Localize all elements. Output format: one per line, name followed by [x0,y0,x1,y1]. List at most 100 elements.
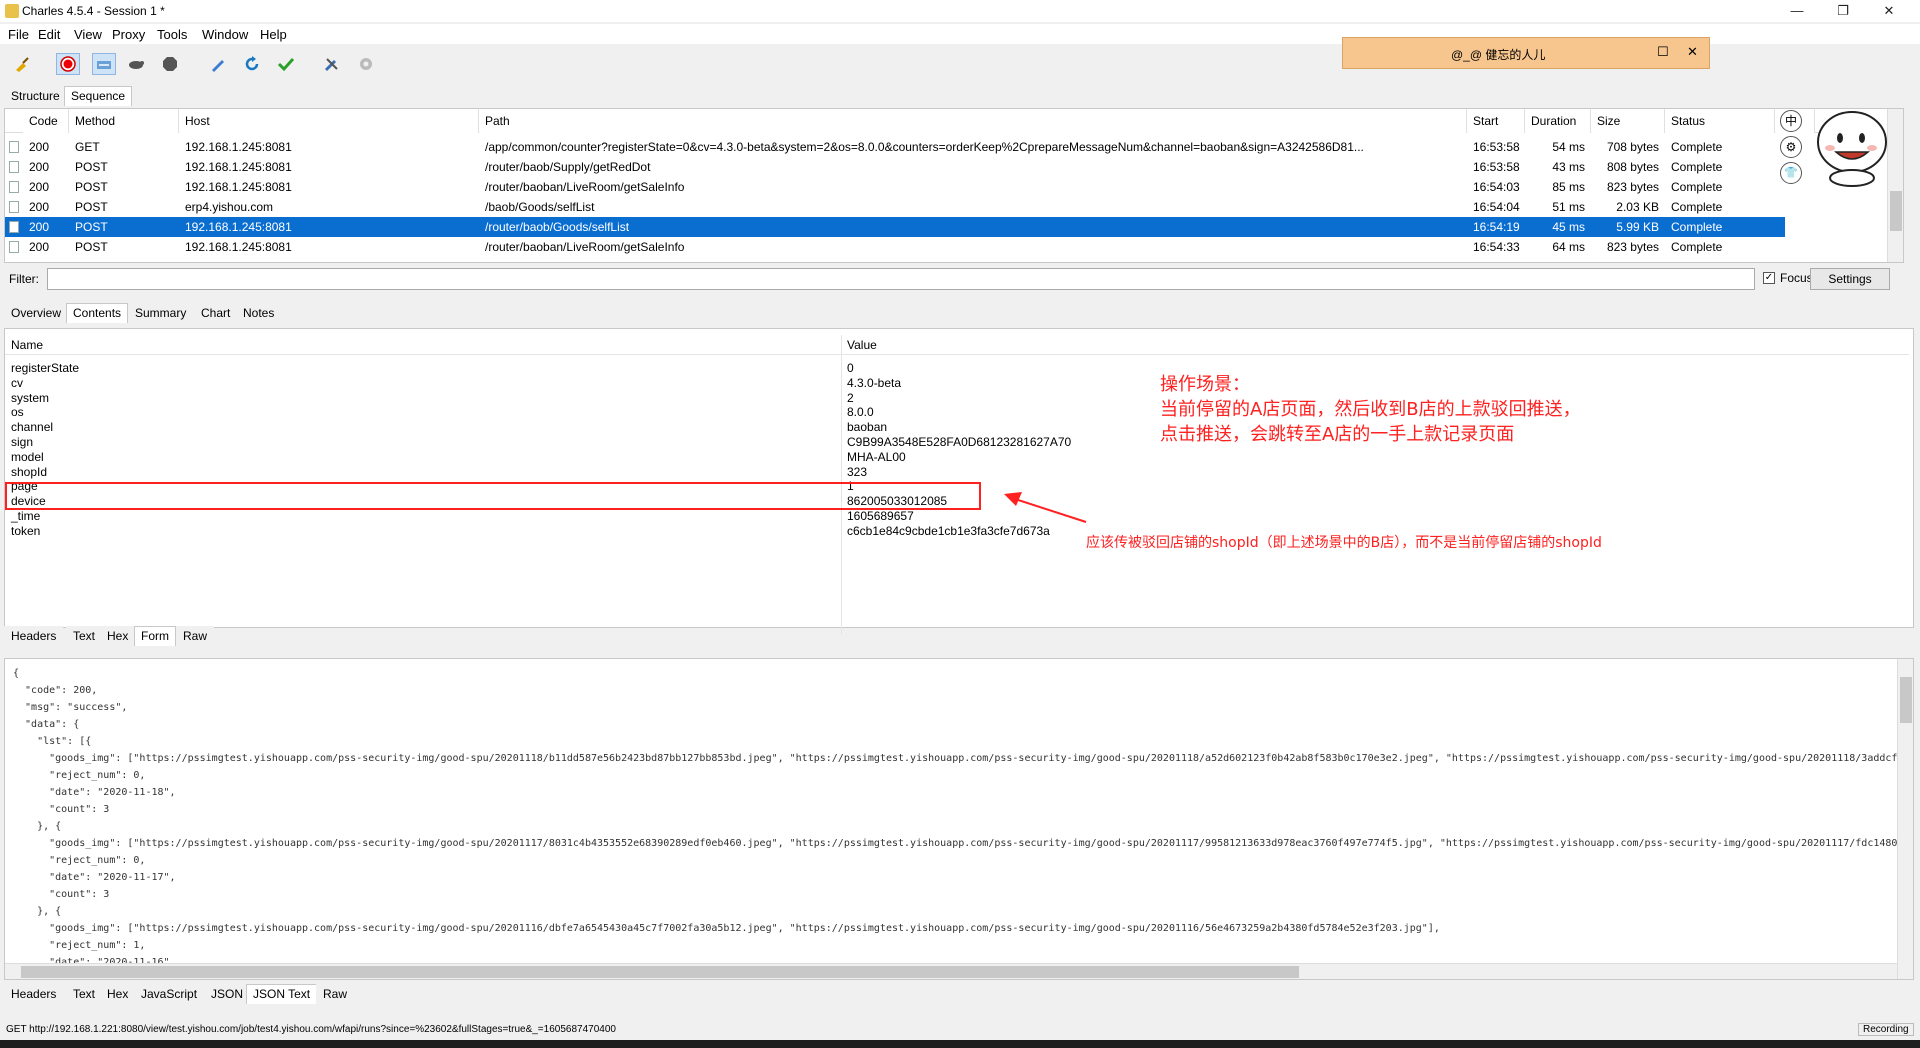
taskbar-strip [0,1040,1920,1048]
settings-gear-icon[interactable] [354,53,378,75]
row-size: 823 bytes [1606,180,1659,194]
tools-icon[interactable] [320,53,344,75]
tab-summary[interactable]: Summary [128,303,194,323]
json-response-view: { "code": 200, "msg": "success", "data":… [4,658,1914,980]
filter-label: Filter: [9,272,39,286]
resp-tab-raw[interactable]: Raw [316,984,355,1004]
shirt-icon[interactable]: 👕 [1780,162,1802,184]
row-size: 808 bytes [1606,160,1659,174]
row-size: 5.99 KB [1616,220,1659,234]
row-host: 192.168.1.245:8081 [185,220,292,234]
row-code: 200 [29,220,50,234]
row-start: 16:54:19 [1473,220,1520,234]
column-method[interactable]: Method [69,109,179,133]
tab-structure[interactable]: Structure [4,86,67,106]
sequence-row[interactable]: 200 POST 192.168.1.245:8081/router/baoban/… [5,177,1785,197]
menu-proxy[interactable]: Proxy [112,27,145,42]
recording-indicator[interactable]: Recording [1858,1023,1914,1036]
row-path: /router/baob/Goods/selfList [485,220,630,234]
row-method: POST [75,180,108,194]
close-button[interactable]: ✕ [1866,0,1912,22]
throttle-icon[interactable] [92,53,116,75]
sequence-row[interactable]: 200 POST 192.168.1.245:8081/router/baoban/… [5,237,1785,257]
turtle-icon[interactable] [124,53,148,75]
column-host[interactable]: Host [179,109,479,133]
menu-edit[interactable]: Edit [38,27,60,42]
json-line: { [13,668,20,679]
annotation-block: 操作场景： 当前停留的A店页面，然后收到B店的上款驳回推送， 点击推送，会跳转至… [1160,372,1581,447]
row-duration: 85 ms [1552,180,1585,194]
menu-window[interactable]: Window [202,27,248,42]
stop-hexagon-icon[interactable] [158,53,182,75]
filter-row: Filter: ✓ Focused Settings [0,266,1920,292]
request-doc-icon [9,241,19,253]
tab-overview[interactable]: Overview [4,303,69,323]
req-tab-raw[interactable]: Raw [176,626,215,646]
column-status[interactable]: Status [1665,109,1775,133]
row-method: POST [75,200,108,214]
row-size: 823 bytes [1606,240,1659,254]
resp-tab-text[interactable]: Text [66,984,103,1004]
resp-tab-javascript[interactable]: JavaScript [134,984,205,1004]
notification-close-button[interactable]: ✕ [1687,44,1698,60]
json-line: }, { [13,906,62,917]
sequence-row[interactable]: 200 POST 192.168.1.245:8081/router/baob/Go… [5,217,1785,237]
menu-view[interactable]: View [74,27,102,42]
settings-button[interactable]: Settings [1810,268,1890,290]
focused-checkbox[interactable]: ✓ [1763,272,1775,284]
minimize-button[interactable]: — [1774,0,1820,22]
req-tab-hex[interactable]: Hex [100,626,136,646]
resp-tab-headers[interactable]: Headers [4,984,64,1004]
ime-icon[interactable]: 中 [1780,110,1802,132]
sequence-row[interactable]: 200 POST erp4.yishou.com/baob/Goods/selfLi… [5,197,1785,217]
row-path: /baob/Goods/selfList [485,200,595,214]
resp-tab-json-text[interactable]: JSON Text [246,984,318,1004]
request-doc-icon [9,161,19,173]
sequence-scroll-thumb[interactable] [1890,191,1902,231]
column-size[interactable]: Size [1591,109,1665,133]
filter-input[interactable] [47,268,1755,290]
menu-help[interactable]: Help [260,27,287,42]
refresh-icon[interactable] [240,53,264,75]
row-start: 16:53:58 [1473,140,1520,154]
json-scroll-thumb[interactable] [1900,677,1912,723]
record-icon[interactable] [56,53,80,75]
notification-text: @_@ 健忘的人儿 [1451,48,1546,62]
resp-tab-hex[interactable]: Hex [100,984,136,1004]
json-vertical-scrollbar[interactable] [1897,659,1913,979]
column-code[interactable]: Code [23,109,69,133]
column-duration[interactable]: Duration [1525,109,1591,133]
json-horizontal-scrollbar[interactable] [5,963,1897,979]
gear-icon[interactable]: ⚙ [1780,136,1802,158]
broom-icon[interactable] [10,53,34,75]
checkmark-icon[interactable] [274,53,298,75]
menu-file[interactable]: File [8,27,29,42]
req-tab-headers[interactable]: Headers [4,626,64,646]
annotation-arrow [1004,492,1087,523]
row-method: GET [75,140,100,154]
column-start[interactable]: Start [1467,109,1525,133]
sequence-row[interactable]: 200 POST 192.168.1.245:8081/router/baob/Su… [5,157,1785,177]
json-line: "code": 200, [13,685,98,696]
tab-sequence[interactable]: Sequence [64,86,133,106]
sequence-row[interactable]: 200 GET 192.168.1.245:8081/app/common/coun… [5,137,1785,157]
pen-icon[interactable] [206,53,230,75]
resp-tab-json[interactable]: JSON [204,984,251,1004]
maximize-button[interactable]: ❐ [1820,0,1866,22]
row-status: Complete [1671,160,1723,174]
json-line: "goods_img": ["https://pssimgtest.yishou… [13,838,1904,849]
row-start: 16:53:58 [1473,160,1520,174]
row-duration: 64 ms [1552,240,1585,254]
row-code: 200 [29,180,50,194]
column-path[interactable]: Path [479,109,1467,133]
req-tab-text[interactable]: Text [66,626,103,646]
tab-chart[interactable]: Chart [194,303,238,323]
tab-contents[interactable]: Contents [66,303,129,323]
row-host: 192.168.1.245:8081 [185,140,292,154]
notification-restore-button[interactable]: ☐ [1657,44,1669,60]
menu-tools[interactable]: Tools [157,27,187,42]
json-hscroll-thumb[interactable] [21,966,1299,978]
form-table: Name Value registerState 0 cv 4.3.0-beta sys… [4,328,1914,635]
tab-notes[interactable]: Notes [236,303,282,323]
req-tab-form[interactable]: Form [134,626,176,646]
